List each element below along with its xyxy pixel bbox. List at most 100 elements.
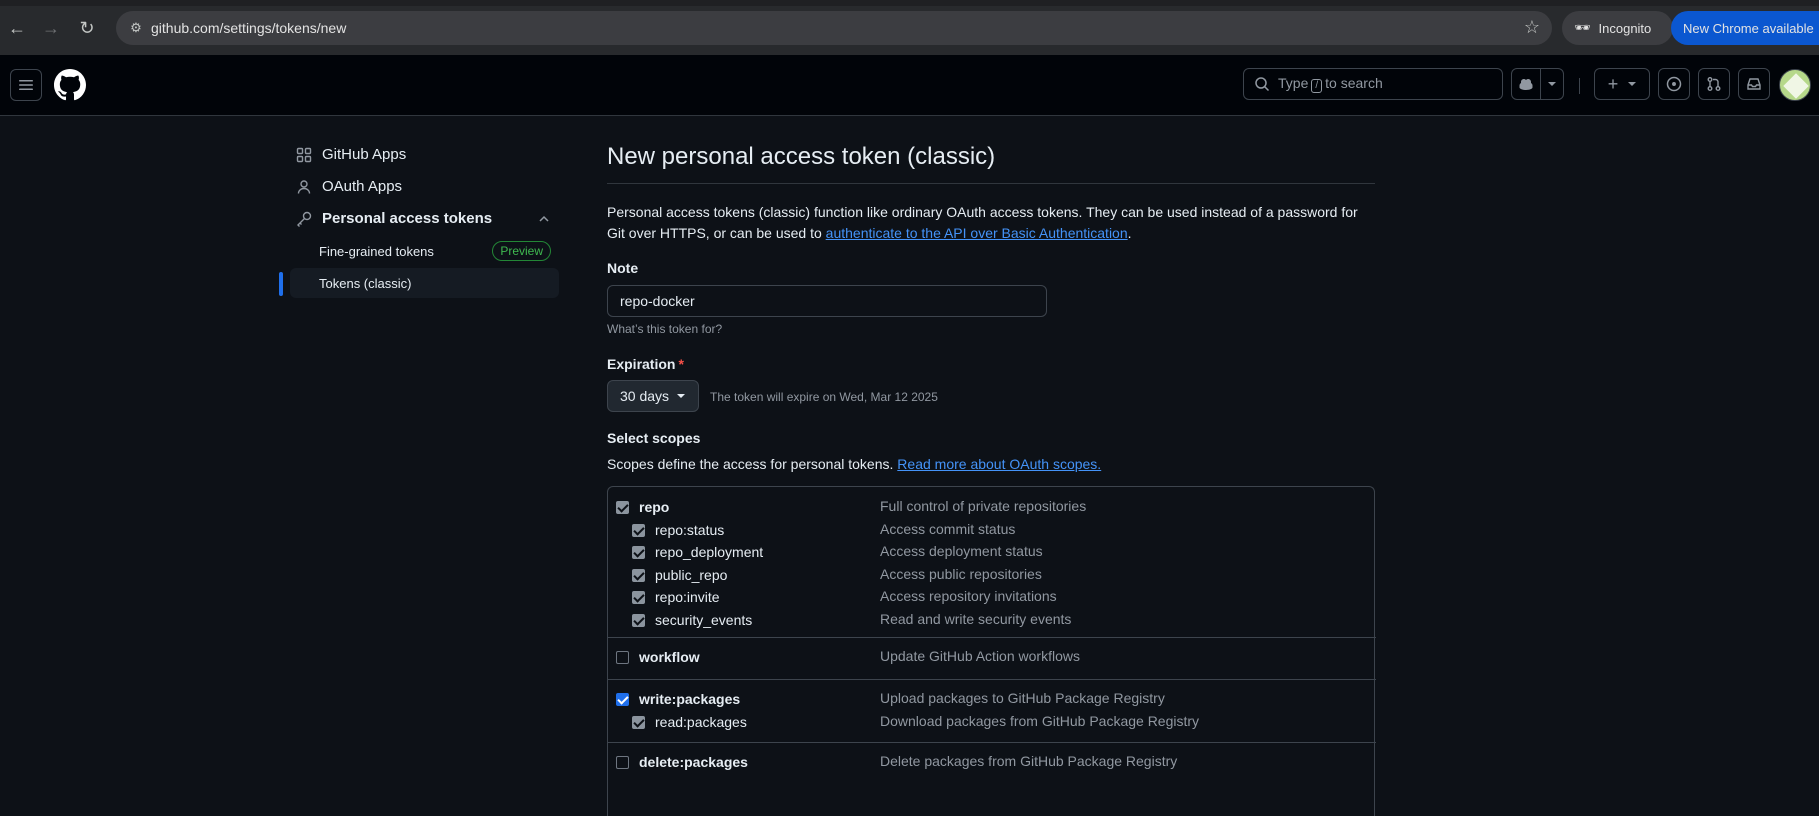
title-divider [607, 183, 1375, 184]
bookmark-star-icon[interactable]: ☆ [1524, 17, 1540, 38]
scope-name: delete:packages [639, 754, 748, 770]
search-input[interactable]: Type / to search [1243, 68, 1503, 100]
forward-icon[interactable]: → [39, 16, 63, 40]
github-logo-icon[interactable] [54, 69, 86, 101]
scope-workflow[interactable]: workflow [616, 647, 700, 667]
scope-repo[interactable]: repo [616, 497, 669, 517]
sidebar-subitem-fine-grained-tokens[interactable]: Fine-grained tokens Preview [290, 236, 559, 266]
oauth-scopes-link[interactable]: Read more about OAuth scopes. [897, 456, 1101, 472]
checkbox[interactable] [632, 590, 645, 604]
incognito-indicator[interactable]: 🕶 Incognito [1562, 11, 1673, 45]
key-icon [297, 211, 312, 227]
expiration-label-text: Expiration [607, 356, 676, 372]
browser-toolbar: ← → ↻ ⚙ github.com/settings/tokens/new ☆… [0, 0, 1819, 55]
inbox-button[interactable] [1738, 68, 1770, 100]
scope-description: Update GitHub Action workflows [880, 648, 1080, 664]
sidebar-item-label: OAuth Apps [322, 178, 403, 195]
scope-name: public_repo [655, 567, 728, 583]
scope-repo-invite[interactable]: repo:invite [632, 587, 720, 607]
back-icon[interactable]: ← [5, 16, 29, 40]
scope-security-events[interactable]: security_events [632, 610, 752, 630]
scope-name: write:packages [639, 691, 741, 707]
triangle-down-icon [677, 394, 686, 398]
scope-description: Access repository invitations [880, 588, 1057, 604]
chevron-down-icon [1548, 82, 1556, 86]
scope-name: workflow [639, 649, 700, 665]
sidebar-item-github-apps[interactable]: GitHub Apps [296, 146, 406, 163]
active-indicator [279, 272, 283, 296]
expiration-select[interactable]: 30 days [607, 380, 699, 412]
pull-request-icon [1707, 77, 1721, 91]
copilot-dropdown-button[interactable] [1540, 68, 1564, 100]
scope-write-packages[interactable]: write:packages [616, 689, 740, 709]
copilot-button[interactable] [1511, 68, 1541, 100]
scope-description: Upload packages to GitHub Package Regist… [880, 690, 1165, 706]
create-new-button[interactable]: + [1594, 68, 1650, 100]
pull-requests-button[interactable] [1698, 68, 1730, 100]
scope-description: Full control of private repositories [880, 498, 1087, 514]
scope-public-repo[interactable]: public_repo [632, 565, 727, 585]
search-shortcut-key: / [1311, 79, 1323, 93]
sidebar-item-oauth-apps[interactable]: OAuth Apps [296, 178, 402, 195]
checkbox[interactable] [616, 692, 629, 706]
checkbox[interactable] [632, 523, 645, 537]
basic-auth-link[interactable]: authenticate to the API over Basic Authe… [826, 225, 1128, 241]
checkbox[interactable] [632, 613, 645, 627]
scope-repo-deployment[interactable]: repo_deployment [632, 542, 763, 562]
scope-read-packages[interactable]: read:packages [632, 712, 747, 732]
scope-repo-status[interactable]: repo:status [632, 520, 724, 540]
expiration-note: The token will expire on Wed, Mar 12 202… [710, 390, 938, 404]
scopes-label: Select scopes [607, 430, 701, 446]
issues-button[interactable] [1658, 68, 1690, 100]
sidebar-subitem-label: Tokens (classic) [319, 275, 412, 291]
scope-divider [608, 742, 1376, 743]
scope-name: security_events [655, 612, 753, 628]
tab-strip [0, 0, 1819, 6]
scope-divider [608, 637, 1376, 638]
person-icon [297, 179, 311, 194]
avatar[interactable] [1779, 69, 1811, 101]
checkbox[interactable] [632, 568, 645, 582]
scopes-description: Scopes define the access for personal to… [607, 456, 1101, 472]
checkbox[interactable] [616, 650, 629, 664]
site-info-icon[interactable]: ⚙ [126, 18, 146, 38]
scopes-list: repo Full control of private repositorie… [607, 486, 1376, 816]
hamburger-icon [19, 80, 33, 90]
chevron-up-icon [539, 215, 549, 222]
url-text[interactable]: github.com/settings/tokens/new [151, 20, 346, 36]
note-label: Note [607, 260, 639, 276]
sidebar-subitem-tokens-classic[interactable]: Tokens (classic) [290, 268, 559, 298]
apps-icon [296, 147, 312, 162]
search-icon [1255, 77, 1270, 92]
note-hint: What’s this token for? [607, 322, 723, 336]
reload-icon[interactable]: ↻ [75, 16, 99, 40]
checkbox[interactable] [616, 755, 629, 769]
github-header: Type / to search + [0, 55, 1819, 116]
scope-delete-packages[interactable]: delete:packages [616, 752, 748, 772]
update-chrome-button[interactable]: New Chrome available [1671, 11, 1819, 45]
sidebar-item-label: GitHub Apps [322, 146, 407, 163]
scope-description: Access public repositories [880, 566, 1042, 582]
checkbox[interactable] [616, 500, 629, 514]
scope-description: Download packages from GitHub Package Re… [880, 713, 1200, 729]
hamburger-menu-button[interactable] [10, 69, 42, 101]
inbox-icon [1747, 78, 1761, 90]
scope-name: repo [639, 499, 670, 515]
expiration-label: Expiration * [607, 356, 684, 372]
scope-description: Delete packages from GitHub Package Regi… [880, 753, 1178, 769]
scope-name: repo_deployment [655, 544, 764, 560]
search-prefix: Type [1278, 75, 1309, 91]
scope-description: Access commit status [880, 521, 1016, 537]
note-field[interactable] [607, 285, 1047, 317]
page-description: Personal access tokens (classic) functio… [607, 202, 1375, 244]
sidebar-item-personal-access-tokens[interactable]: Personal access tokens [296, 210, 550, 227]
checkbox[interactable] [632, 715, 645, 729]
page-title: New personal access token (classic) [607, 143, 996, 170]
checkbox[interactable] [632, 545, 645, 559]
description-end: . [1127, 225, 1132, 241]
expiration-value: 30 days [620, 388, 670, 404]
copilot-icon [1519, 79, 1533, 90]
required-marker: * [678, 356, 684, 372]
address-bar[interactable]: ⚙ github.com/settings/tokens/new ☆ [116, 11, 1552, 45]
sidebar-item-label: Personal access tokens [322, 210, 493, 227]
